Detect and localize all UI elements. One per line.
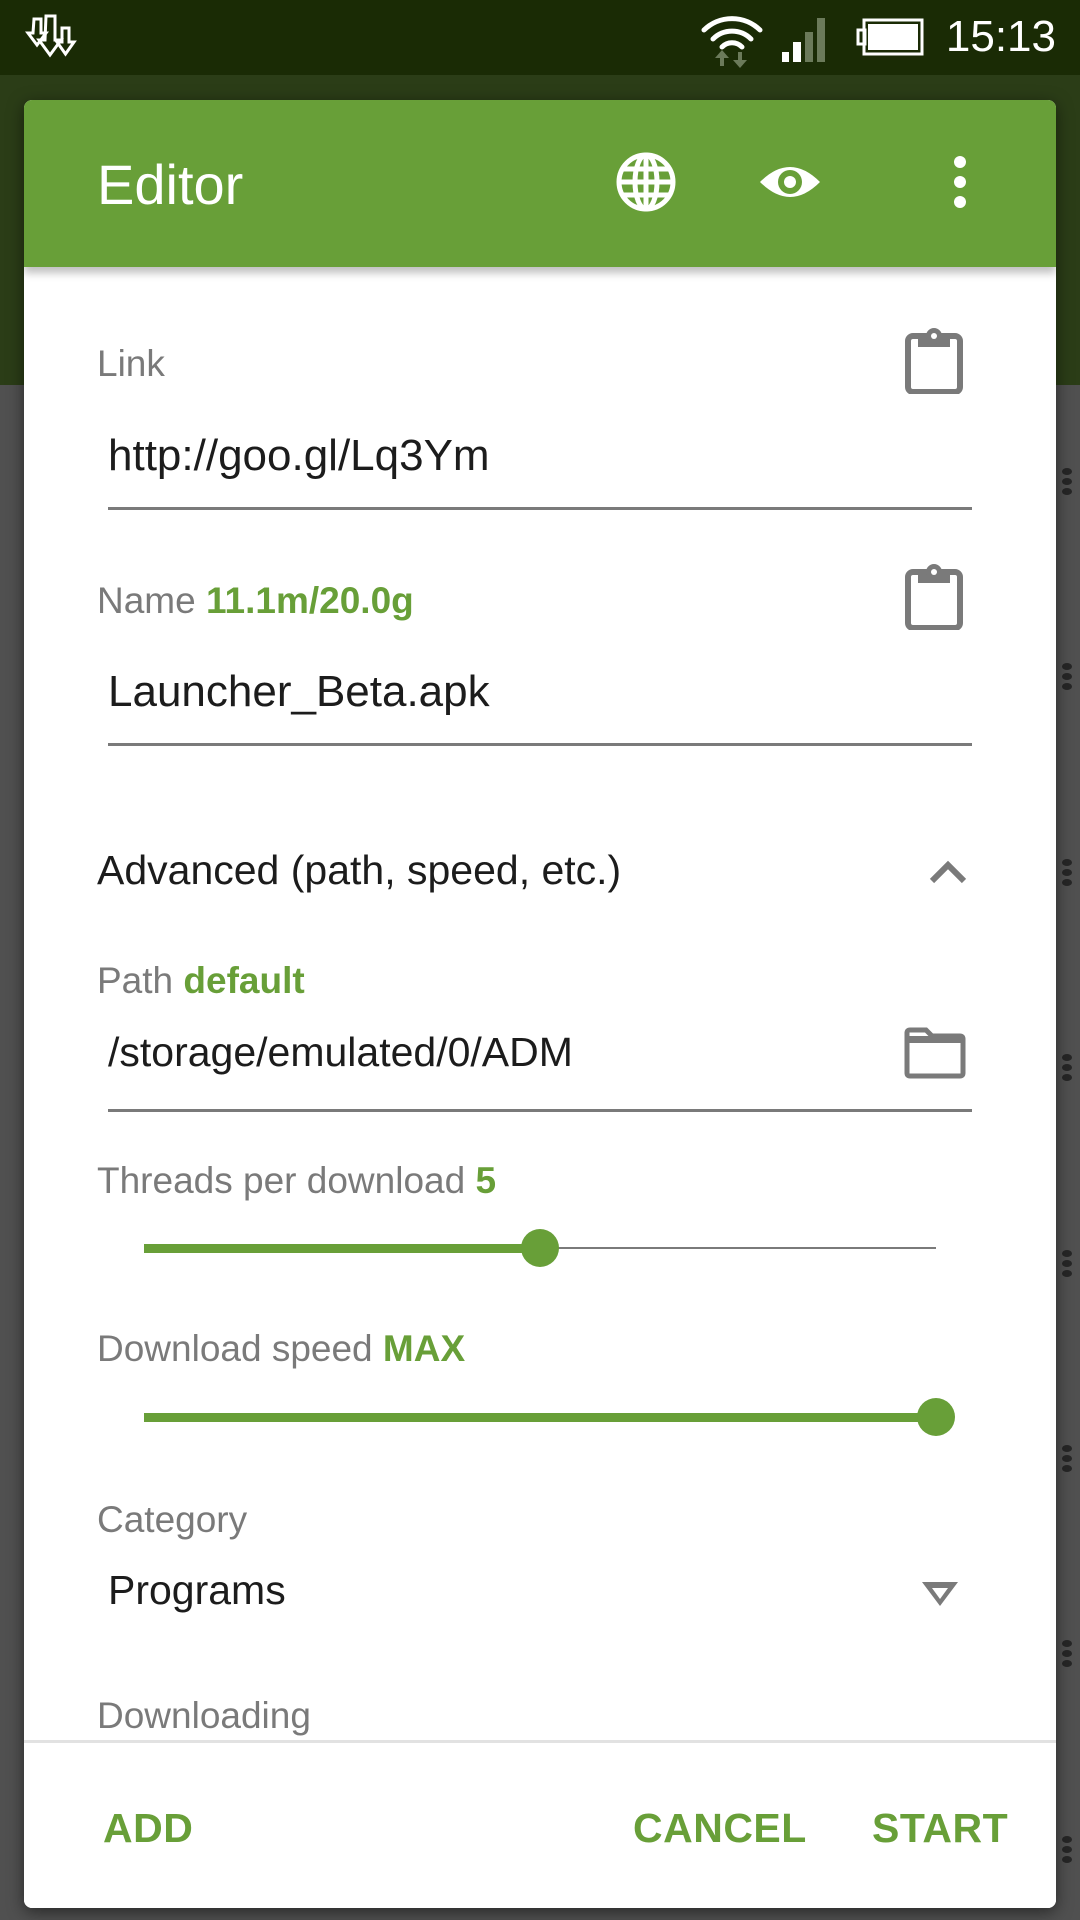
category-label: Category [97, 1499, 248, 1540]
advanced-label: Advanced (path, speed, etc.) [97, 847, 622, 893]
signal-icon [782, 18, 825, 62]
slider-fill [144, 1244, 540, 1253]
path-label: Path default [97, 960, 305, 1001]
eye-icon[interactable] [758, 150, 822, 214]
battery-icon [856, 18, 924, 56]
paste-name-clipboard-icon[interactable] [904, 564, 964, 630]
folder-icon[interactable] [904, 1027, 966, 1079]
download-speed-slider[interactable] [144, 1397, 955, 1437]
status-bar: 15:13 [0, 0, 1080, 75]
wifi-icon [701, 16, 763, 68]
threads-slider[interactable] [144, 1228, 936, 1268]
cancel-button[interactable]: CANCEL [633, 1805, 807, 1852]
dialog-header: Editor [24, 100, 1056, 267]
download-speed-label: Download speed MAX [97, 1328, 466, 1369]
threads-label: Threads per download 5 [97, 1160, 497, 1201]
more-vert-icon[interactable] [928, 150, 992, 214]
name-input-underline [108, 743, 972, 746]
dialog-content: Link http://goo.gl/Lq3Ym Name 11.1m/20.0… [24, 267, 1056, 1740]
download-notification-icon [25, 14, 77, 58]
link-input-underline [108, 507, 972, 510]
name-label: Name 11.1m/20.0g [97, 580, 414, 621]
dropdown-triangle-icon [922, 1582, 958, 1606]
downloading-label: Downloading [97, 1695, 311, 1736]
background-more-icon[interactable] [1062, 465, 1074, 498]
path-input-underline [108, 1109, 972, 1112]
category-selected-value: Programs [108, 1567, 286, 1613]
name-size-info: 11.1m/20.0g [205, 580, 414, 621]
name-input[interactable]: Launcher_Beta.apk [108, 667, 490, 717]
chevron-up-icon [929, 860, 967, 884]
background-more-icon[interactable] [1062, 1442, 1074, 1475]
start-button[interactable]: START [872, 1805, 1008, 1852]
threads-value: 5 [475, 1160, 497, 1201]
background-more-icon[interactable] [1062, 1637, 1074, 1670]
background-more-icon[interactable] [1062, 1247, 1074, 1280]
download-speed-value: MAX [382, 1328, 466, 1369]
slider-thumb[interactable] [917, 1398, 955, 1436]
advanced-section-toggle[interactable]: Advanced (path, speed, etc.) [24, 807, 1056, 927]
background-more-icon[interactable] [1062, 856, 1074, 889]
dialog-title: Editor [97, 153, 244, 216]
background-more-icon[interactable] [1062, 1833, 1074, 1866]
slider-fill [144, 1413, 936, 1422]
path-default-badge: default [183, 960, 305, 1001]
link-input[interactable]: http://goo.gl/Lq3Ym [108, 431, 490, 481]
dialog-footer: ADD CANCEL START [24, 1740, 1056, 1908]
add-button[interactable]: ADD [103, 1805, 193, 1852]
slider-thumb[interactable] [521, 1229, 559, 1267]
status-time: 15:13 [945, 12, 1056, 61]
background-more-icon[interactable] [1062, 1051, 1074, 1084]
background-more-icon[interactable] [1062, 660, 1074, 693]
editor-dialog: Editor Link http://goo.gl/Lq3Ym Name 11.… [24, 100, 1056, 1908]
category-select[interactable]: Programs [108, 1557, 972, 1647]
globe-icon[interactable] [614, 150, 678, 214]
link-label: Link [97, 343, 165, 384]
path-input[interactable]: /storage/emulated/0/ADM [108, 1029, 573, 1076]
paste-link-clipboard-icon[interactable] [904, 328, 964, 394]
